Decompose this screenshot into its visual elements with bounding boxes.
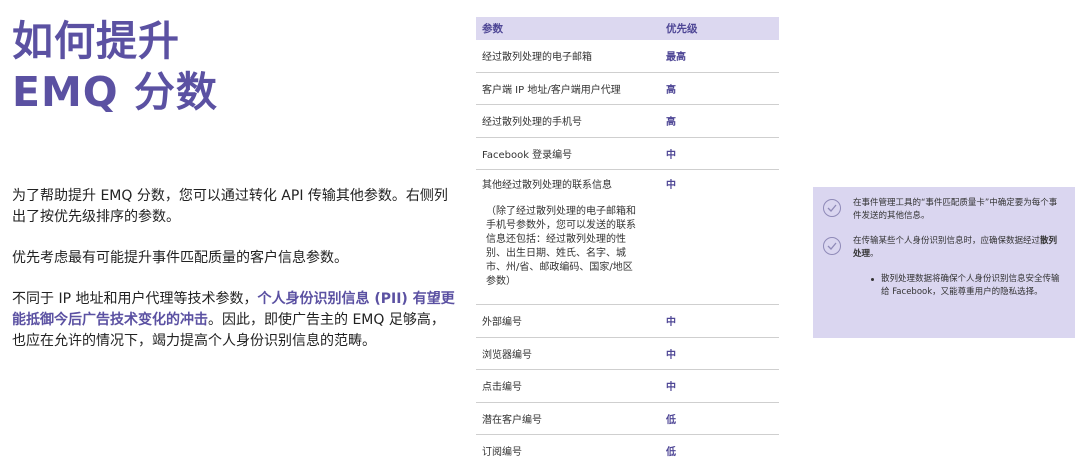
table-row: 外部编号 中: [476, 304, 779, 338]
tip-text-1: 在事件管理工具的“事件匹配质量卡”中确定要为每个事件发送的其他信息。: [853, 198, 1058, 221]
priority-cell: 中: [660, 137, 779, 170]
tip-item-2: 在传输某些个人身份识别信息时，应确保数据经过散列处理。: [823, 235, 1065, 261]
tip-item-1: 在事件管理工具的“事件匹配质量卡”中确定要为每个事件发送的其他信息。: [823, 197, 1065, 223]
intro-p3-lead: 不同于 IP 地址和用户代理等技术参数，: [12, 291, 258, 307]
priority-cell: 中: [660, 369, 779, 403]
table-row: 经过散列处理的电子邮箱 最高: [476, 40, 779, 73]
checkmark-icon: [823, 199, 841, 217]
intro-text: 为了帮助提升 EMQ 分数，您可以通过转化 API 传输其他参数。右侧列出了按优…: [12, 186, 457, 372]
param-cell: 客户端 IP 地址/客户端用户代理: [476, 72, 660, 105]
priority-cell: 中: [660, 169, 779, 305]
param-cell: 点击编号: [476, 369, 660, 403]
table-header-row: 参数 优先级: [476, 17, 779, 40]
table-row: 浏览器编号 中: [476, 337, 779, 370]
title-line-2: EMQ 分数: [12, 68, 218, 116]
priority-cell: 中: [660, 304, 779, 338]
param-cell: Facebook 登录编号: [476, 137, 660, 170]
table-row: 其他经过散列处理的联系信息 （除了经过散列处理的电子邮箱和手机号参数外，您可以发…: [476, 169, 779, 305]
intro-paragraph-2: 优先考虑最有可能提升事件匹配质量的客户信息参数。: [12, 250, 348, 266]
priority-cell: 最高: [660, 40, 779, 73]
table-row: 客户端 IP 地址/客户端用户代理 高: [476, 72, 779, 105]
param-label: 其他经过散列处理的联系信息: [482, 180, 612, 191]
tip-bullet: 散列处理数据将确保个人身份识别信息安全传输给 Facebook，又能尊重用户的隐…: [823, 273, 1065, 299]
param-cell: 其他经过散列处理的联系信息 （除了经过散列处理的电子邮箱和手机号参数外，您可以发…: [476, 169, 660, 305]
header-priority: 优先级: [660, 17, 779, 40]
intro-paragraph-1: 为了帮助提升 EMQ 分数，您可以通过转化 API 传输其他参数。右侧列出了按优…: [12, 188, 448, 225]
param-cell: 潜在客户编号: [476, 402, 660, 435]
parameter-priority-table: 参数 优先级 经过散列处理的电子邮箱 最高 客户端 IP 地址/客户端用户代理 …: [476, 17, 779, 467]
tips-box: 在事件管理工具的“事件匹配质量卡”中确定要为每个事件发送的其他信息。 在传输某些…: [813, 187, 1075, 338]
table-row: 经过散列处理的手机号 高: [476, 104, 779, 138]
page-title: 如何提升 EMQ 分数: [12, 16, 218, 118]
param-cell: 浏览器编号: [476, 337, 660, 370]
checkmark-icon: [823, 237, 841, 255]
table-row: 潜在客户编号 低: [476, 402, 779, 435]
param-note: （除了经过散列处理的电子邮箱和手机号参数外，您可以发送的联系信息还包括：经过散列…: [486, 206, 636, 287]
priority-cell: 高: [660, 104, 779, 138]
intro-paragraph-3: 不同于 IP 地址和用户代理等技术参数，个人身份识别信息 (PII) 有望更能抵…: [12, 289, 457, 352]
priority-cell: 低: [660, 402, 779, 435]
tip-text-2-end: 。: [870, 249, 879, 259]
table-row: 点击编号 中: [476, 369, 779, 403]
param-cell: 经过散列处理的手机号: [476, 104, 660, 138]
param-cell: 经过散列处理的电子邮箱: [476, 40, 660, 73]
priority-cell: 高: [660, 72, 779, 105]
table-row: Facebook 登录编号 中: [476, 137, 779, 170]
param-cell: 外部编号: [476, 304, 660, 338]
title-line-1: 如何提升: [12, 17, 180, 65]
tip-text-2: 在传输某些个人身份识别信息时，应确保数据经过: [853, 236, 1041, 246]
priority-cell: 中: [660, 337, 779, 370]
header-param: 参数: [476, 17, 660, 40]
